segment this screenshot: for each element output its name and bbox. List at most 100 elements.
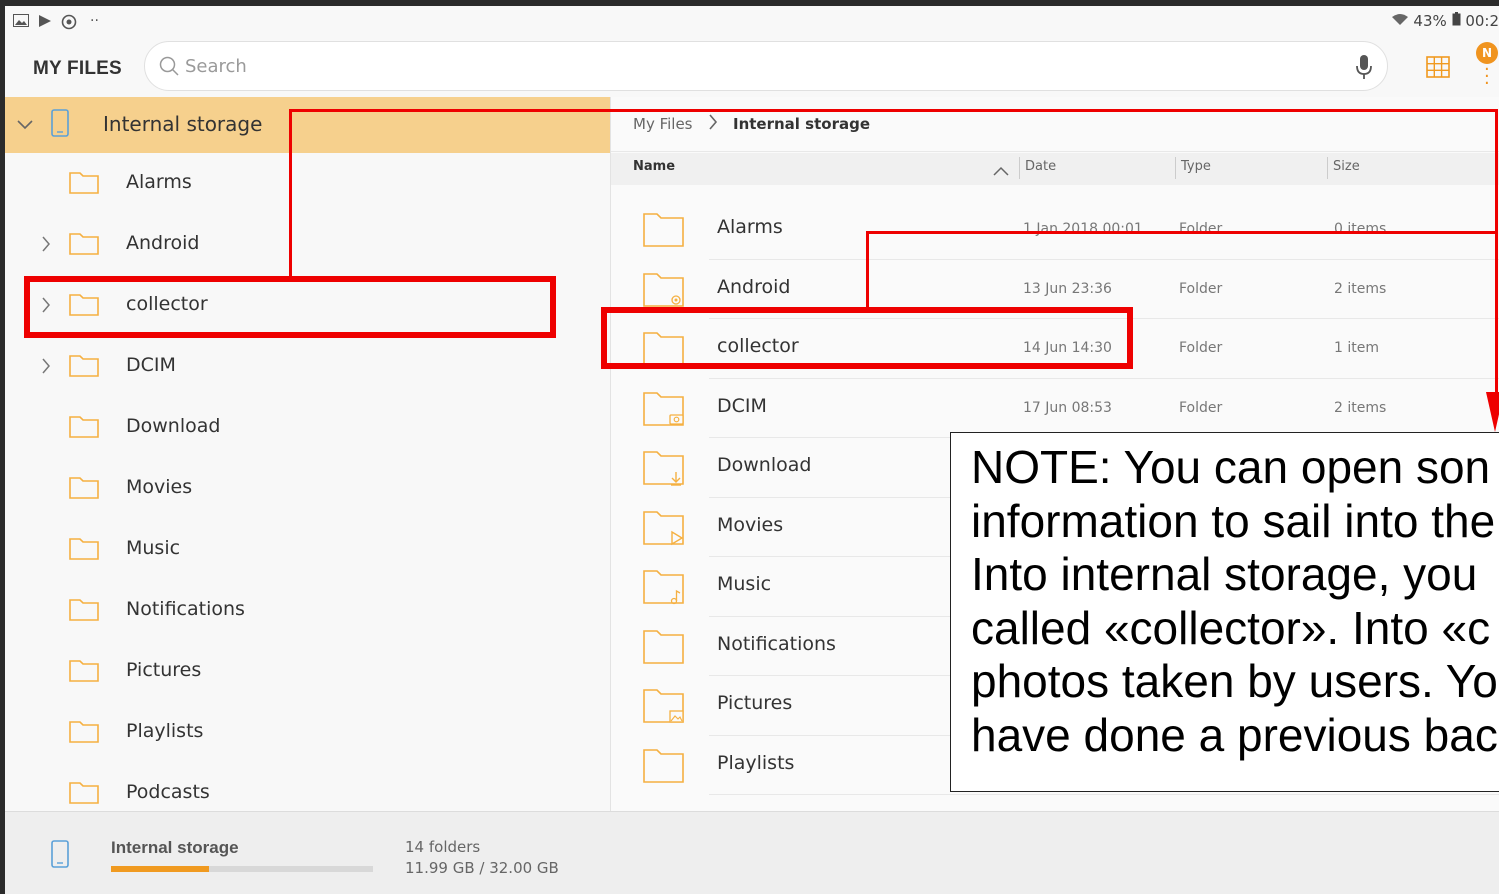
folder-count: 14 folders (405, 838, 481, 856)
tree-item-podcasts[interactable]: Podcasts (5, 763, 610, 811)
tree-item-label: Playlists (126, 720, 204, 742)
folder-icon (643, 210, 687, 254)
app-title: MY FILES (33, 58, 122, 79)
storage-usage-text: 11.99 GB / 32.00 GB (405, 859, 559, 877)
file-name: Download (717, 454, 812, 476)
file-type: Folder (1179, 280, 1223, 297)
screen: ·· 43% 00:2 MY FILES N ··· (5, 6, 1499, 894)
file-name: Music (717, 573, 772, 595)
search-input[interactable] (185, 53, 1285, 79)
wifi-icon (1391, 12, 1414, 30)
folder-icon (69, 475, 99, 503)
annotation-line (289, 109, 1497, 112)
tree-item-music[interactable]: Music (5, 519, 610, 580)
chevron-right-icon[interactable] (41, 358, 51, 378)
file-size: 2 items (1334, 399, 1387, 416)
note-line: Into internal storage, you (971, 548, 1478, 600)
grid-view-icon[interactable] (1426, 55, 1450, 79)
annotation-arrow-icon (1486, 392, 1499, 432)
app-header: MY FILES N ··· (5, 36, 1499, 98)
gallery-notification-icon (13, 14, 29, 30)
note-line: called «collector». Into «c (971, 601, 1491, 654)
folder-icon (643, 627, 687, 671)
search-bar[interactable] (144, 41, 1388, 91)
clock: 00:2 (1465, 12, 1499, 30)
file-type: Folder (1179, 221, 1223, 237)
image-folder-icon (643, 686, 687, 730)
tree-item-label: Movies (126, 476, 193, 498)
tree-item-playlists[interactable]: Playlists (5, 702, 610, 763)
file-row-dcim[interactable]: DCIM 17 Jun 08:53 Folder 2 items (611, 379, 1499, 438)
play-store-notification-icon (38, 14, 52, 31)
tree-item-label: Notifications (126, 598, 245, 620)
annotation-note: NOTE: You can open son information to sai… (950, 432, 1499, 792)
column-separator (1327, 157, 1328, 179)
note-line: photos taken by users. Yo (971, 655, 1498, 707)
row-divider (709, 794, 1499, 795)
folder-icon (69, 719, 99, 747)
chevron-right-icon (708, 114, 718, 134)
tree-item-label: Podcasts (126, 781, 210, 803)
file-name: DCIM (717, 394, 767, 417)
folder-icon (643, 746, 687, 790)
note-line: information to sail into the (971, 494, 1496, 547)
file-date: 1 Jan 2018 00:01 (1023, 221, 1143, 237)
sort-ascending-icon[interactable] (993, 161, 1009, 180)
folder-icon (69, 597, 99, 625)
annotation-line (1495, 109, 1498, 409)
camera-folder-icon (643, 389, 687, 433)
file-name: Playlists (717, 751, 795, 774)
chevron-right-icon[interactable] (41, 236, 51, 256)
folder-icon (69, 780, 99, 808)
file-name: Movies (717, 513, 784, 536)
tree-item-alarms[interactable]: Alarms (5, 153, 610, 214)
note-text: NOTE: You can open son information to sai… (971, 441, 1499, 762)
column-header: Name Date Type Size (611, 153, 1499, 185)
column-separator (1175, 157, 1176, 179)
file-type: Folder (1179, 340, 1223, 356)
storage-title: Internal storage (111, 838, 239, 857)
breadcrumb-current[interactable]: Internal storage (733, 115, 870, 133)
chevron-down-icon[interactable] (17, 115, 33, 134)
column-separator (1019, 157, 1020, 179)
tree-item-label: Music (126, 537, 181, 559)
breadcrumb-root[interactable]: My Files (633, 115, 693, 133)
file-size: 1 item (1334, 340, 1379, 356)
storage-usage-bar (111, 866, 373, 872)
battery-level: 43% (1413, 12, 1447, 30)
file-row-alarms[interactable]: Alarms 1 Jan 2018 00:01 Folder 0 items (611, 200, 1499, 260)
folder-icon (69, 536, 99, 564)
column-name[interactable]: Name (633, 159, 675, 174)
tree-item-label: Alarms (126, 171, 192, 193)
download-folder-icon (643, 448, 687, 492)
column-size[interactable]: Size (1333, 159, 1360, 174)
search-icon (159, 56, 179, 76)
tree-item-android[interactable]: Android (5, 214, 610, 275)
tree-item-movies[interactable]: Movies (5, 458, 610, 519)
annotation-line (866, 231, 1496, 234)
tree-item-pictures[interactable]: Pictures (5, 641, 610, 702)
column-type[interactable]: Type (1181, 159, 1211, 174)
file-date: 17 Jun 08:53 (1023, 399, 1112, 416)
storage-summary-bar[interactable]: Internal storage 14 folders 11.99 GB / 3… (5, 811, 1499, 894)
breadcrumb: My Files Internal storage (611, 97, 1499, 152)
tree-item-label: DCIM (126, 354, 176, 376)
tree-item-internal-storage[interactable]: Internal storage (5, 97, 610, 153)
file-name: Pictures (717, 692, 793, 714)
phone-storage-icon (51, 840, 69, 872)
note-line: NOTE: You can open son (971, 441, 1491, 493)
tree-item-label: Download (126, 415, 221, 437)
file-type: Folder (1179, 399, 1223, 416)
folder-icon (69, 231, 99, 259)
microphone-icon[interactable] (1355, 54, 1373, 80)
tree-item-download[interactable]: Download (5, 397, 610, 458)
tree-item-notifications[interactable]: Notifications (5, 580, 610, 641)
status-right: 43% 00:2 (1391, 12, 1499, 30)
tree-root-label: Internal storage (103, 112, 263, 136)
tree-item-dcim[interactable]: DCIM (5, 336, 610, 397)
tree-item-label: Android (126, 232, 200, 254)
folder-tree-panel: Internal storage Alarms Android collector D… (5, 97, 611, 811)
more-options-icon[interactable]: · · · (1484, 61, 1490, 93)
column-date[interactable]: Date (1025, 159, 1056, 174)
file-name: Android (717, 275, 791, 298)
